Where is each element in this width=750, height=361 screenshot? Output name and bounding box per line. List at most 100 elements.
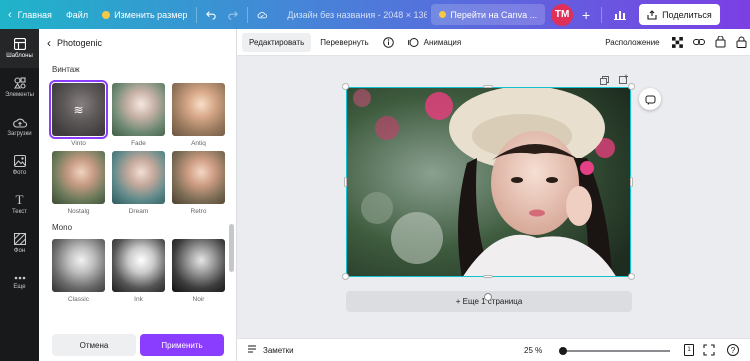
group-icon[interactable] bbox=[710, 33, 731, 52]
filter-thumbnail bbox=[172, 239, 225, 292]
animation-button[interactable]: Анимация bbox=[401, 33, 469, 52]
page-count: 1 bbox=[687, 347, 691, 353]
nav-item-elements[interactable]: Элементы bbox=[0, 68, 39, 107]
home-button[interactable]: ‹ Главная bbox=[0, 0, 58, 29]
nav-label: Шаблоны bbox=[6, 53, 33, 59]
edit-image-button[interactable]: Редактировать bbox=[242, 32, 312, 52]
fullscreen-icon[interactable] bbox=[703, 344, 715, 356]
nav-item-background[interactable]: Фон bbox=[0, 224, 39, 263]
top-bar: ‹ Главная Файл Изменить размер Дизайн бе… bbox=[0, 0, 750, 29]
divider bbox=[601, 6, 603, 23]
filter-thumbnail bbox=[172, 151, 225, 204]
help-icon[interactable]: ? bbox=[727, 344, 739, 356]
lock-icon[interactable] bbox=[731, 33, 750, 52]
move-icon[interactable] bbox=[484, 293, 492, 301]
filter-ink[interactable]: Ink bbox=[112, 239, 165, 303]
crown-icon bbox=[439, 11, 447, 18]
filter-caption: Ink bbox=[134, 296, 143, 303]
nav-label: Элементы bbox=[5, 92, 34, 98]
cancel-button[interactable]: Отмена bbox=[52, 334, 136, 356]
chevron-left-icon: ‹ bbox=[8, 8, 12, 21]
analytics-icon[interactable] bbox=[609, 4, 631, 26]
resize-handle-bottom[interactable] bbox=[483, 275, 493, 278]
share-icon bbox=[647, 9, 657, 20]
zoom-slider-handle[interactable] bbox=[559, 347, 567, 355]
filter-thumbnail bbox=[112, 151, 165, 204]
upgrade-label: Перейти на Canva ... bbox=[450, 9, 538, 20]
resize-label: Изменить размер bbox=[114, 9, 188, 20]
filter-caption: Nostalg bbox=[67, 208, 90, 215]
cloud-save-icon[interactable] bbox=[251, 0, 273, 29]
info-icon[interactable] bbox=[376, 33, 401, 52]
text-icon: T bbox=[15, 192, 24, 207]
nav-item-uploads[interactable]: Загрузки bbox=[0, 107, 39, 146]
apply-button[interactable]: Применить bbox=[140, 334, 224, 356]
section-label-vintage: Винтаж bbox=[52, 65, 80, 74]
resize-handle-top[interactable] bbox=[483, 85, 493, 88]
nav-item-photos[interactable]: Фото bbox=[0, 146, 39, 185]
filter-classic[interactable]: Classic bbox=[52, 239, 105, 303]
filter-dream[interactable]: Dream bbox=[112, 151, 165, 215]
nav-label: Еще bbox=[13, 284, 26, 290]
nav-item-templates[interactable]: Шаблоны bbox=[0, 29, 39, 68]
context-toolbar: Редактировать Перевернуть Анимация Распо… bbox=[237, 29, 750, 56]
filter-thumbnail bbox=[172, 83, 225, 136]
avatar[interactable]: TM bbox=[551, 3, 574, 26]
flip-button[interactable]: Перевернуть bbox=[313, 33, 375, 52]
position-button[interactable]: Расположение bbox=[598, 33, 666, 52]
filter-noir[interactable]: Noir bbox=[172, 239, 225, 303]
filter-caption: Fade bbox=[131, 140, 146, 147]
resize-button[interactable]: Изменить размер bbox=[94, 0, 193, 29]
filter-thumbnail bbox=[52, 151, 105, 204]
notes-button[interactable]: Заметки bbox=[247, 345, 294, 355]
filter-vinto[interactable]: ≋ Vinto bbox=[49, 80, 108, 147]
filter-thumbnail bbox=[112, 83, 165, 136]
resize-handle-br[interactable] bbox=[628, 273, 635, 280]
rotate-icon bbox=[645, 95, 655, 105]
panel-header[interactable]: ‹ Photogenic bbox=[39, 29, 236, 56]
document-title[interactable]: Дизайн без названия - 2048 × 1365 п... bbox=[273, 0, 427, 29]
chevron-left-icon[interactable]: ‹ bbox=[47, 37, 51, 49]
resize-handle-tl[interactable] bbox=[342, 83, 349, 90]
selected-photo[interactable] bbox=[346, 87, 631, 277]
resize-handle-right[interactable] bbox=[630, 177, 633, 187]
transparency-icon[interactable] bbox=[667, 33, 688, 52]
filter-thumbnail bbox=[52, 239, 105, 292]
redo-icon[interactable] bbox=[222, 0, 244, 29]
filter-fade[interactable]: Fade bbox=[112, 83, 165, 147]
zoom-slider-track[interactable] bbox=[562, 350, 670, 352]
nav-item-more[interactable]: Еще bbox=[0, 263, 39, 302]
upgrade-button[interactable]: Перейти на Canva ... bbox=[431, 4, 546, 25]
nav-item-text[interactable]: T Текст bbox=[0, 185, 39, 224]
crown-icon bbox=[102, 10, 111, 19]
elements-icon bbox=[13, 77, 26, 89]
resize-handle-left[interactable] bbox=[344, 177, 347, 187]
share-button[interactable]: Поделиться bbox=[639, 4, 720, 25]
link-icon[interactable] bbox=[688, 33, 710, 52]
filter-row: Nostalg Dream Retro bbox=[39, 151, 236, 215]
resize-handle-tr[interactable] bbox=[628, 83, 635, 90]
nav-label: Фото bbox=[12, 170, 27, 176]
left-nav: Шаблоны Элементы Загрузки Фото T Текст Ф… bbox=[0, 29, 39, 361]
filter-caption: Dream bbox=[128, 208, 149, 215]
copy-page-icon[interactable] bbox=[600, 72, 610, 85]
animation-label: Анимация bbox=[423, 37, 462, 47]
rotate-button[interactable] bbox=[639, 88, 661, 110]
filter-panel: ‹ Photogenic Винтаж ≋ Vinto Fade Antiq N… bbox=[39, 29, 237, 361]
panel-footer: Отмена Применить bbox=[39, 331, 237, 361]
resize-handle-bl[interactable] bbox=[342, 273, 349, 280]
add-page-icon[interactable] bbox=[619, 71, 629, 84]
panel-scrollbar[interactable] bbox=[229, 224, 234, 272]
filter-retro[interactable]: Retro bbox=[172, 151, 225, 215]
page-count-icon[interactable]: 1 bbox=[684, 344, 694, 356]
filter-nostalg[interactable]: Nostalg bbox=[52, 151, 105, 215]
file-menu[interactable]: Файл bbox=[58, 0, 94, 29]
adjust-sliders-icon: ≋ bbox=[52, 83, 105, 136]
undo-icon[interactable] bbox=[200, 0, 222, 29]
bottom-bar: Заметки 25 % 1 ? bbox=[237, 338, 750, 361]
filter-thumbnail bbox=[112, 239, 165, 292]
add-collaborator-icon[interactable]: + bbox=[575, 4, 597, 26]
zoom-level[interactable]: 25 % bbox=[524, 346, 542, 355]
filter-antiq[interactable]: Antiq bbox=[172, 83, 225, 147]
animation-icon bbox=[407, 37, 419, 47]
